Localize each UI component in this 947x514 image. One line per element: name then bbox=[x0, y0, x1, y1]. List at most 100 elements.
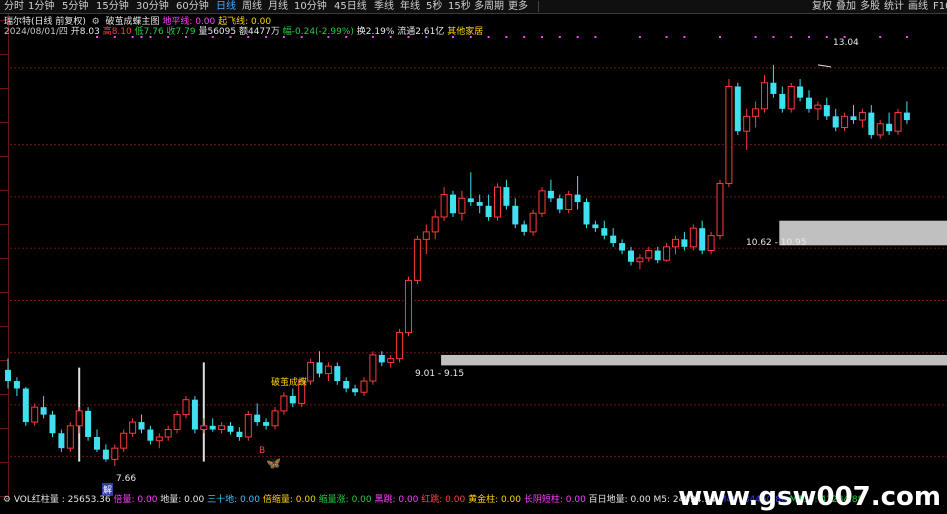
candle-body-18 bbox=[164, 429, 172, 438]
candle-body-88 bbox=[787, 85, 795, 110]
vol-item-6: 红跳: 0.00 bbox=[418, 495, 466, 505]
candle-body-27 bbox=[244, 414, 252, 438]
signal-dot-23 bbox=[523, 36, 526, 38]
min-price-label: 7.66 bbox=[116, 474, 137, 484]
quote-line: 2024/08/01/四 开8.03 高8.10 低7.76 收7.79 量56… bbox=[4, 24, 483, 37]
candle-body-95 bbox=[850, 116, 857, 121]
candle-body-11 bbox=[102, 449, 109, 460]
candle-body-60 bbox=[538, 190, 546, 214]
signal-dot-25 bbox=[558, 36, 561, 38]
candle-body-25 bbox=[227, 425, 234, 432]
signal-dot-22 bbox=[505, 36, 508, 38]
candle-body-65 bbox=[583, 202, 590, 225]
candle-body-74 bbox=[663, 246, 671, 261]
candle-body-90 bbox=[806, 97, 812, 109]
candle-body-19 bbox=[173, 414, 181, 431]
candle-body-6 bbox=[58, 433, 65, 449]
candle-body-43 bbox=[387, 358, 395, 363]
candle-body-83 bbox=[743, 115, 751, 132]
candle-body-35 bbox=[316, 362, 323, 374]
signal-dot-26 bbox=[576, 36, 579, 38]
vol-item-7: 黄金柱: 0.00 bbox=[465, 495, 521, 505]
signal-dot-24 bbox=[541, 36, 543, 38]
lower-zone-label: 9.01 - 9.15 bbox=[415, 369, 465, 379]
candle-body-61 bbox=[547, 190, 554, 199]
candle-body-87 bbox=[779, 93, 786, 109]
candle-body-23 bbox=[209, 425, 216, 430]
signal-dot-38 bbox=[879, 36, 882, 38]
candle-body-73 bbox=[654, 250, 661, 261]
candle-body-68 bbox=[610, 235, 617, 244]
quote-volume: 量56095 bbox=[198, 27, 237, 37]
candle-body-36 bbox=[324, 365, 332, 375]
candle-body-14 bbox=[129, 421, 137, 434]
signal-dot-34 bbox=[790, 36, 793, 38]
candle-body-99 bbox=[886, 123, 893, 132]
candle-body-39 bbox=[352, 388, 359, 393]
candle-body-51 bbox=[458, 197, 466, 214]
candle-body-28 bbox=[254, 414, 261, 423]
candle-body-70 bbox=[628, 250, 634, 262]
candle-body-59 bbox=[529, 212, 537, 233]
quote-float-cap: 流通2.61亿 bbox=[397, 27, 445, 37]
quote-low: 低7.76 bbox=[134, 27, 164, 37]
vol-item-0: 倍量: 0.00 bbox=[113, 495, 158, 505]
quote-close: 收7.79 bbox=[166, 27, 196, 37]
candlestick-chart[interactable] bbox=[0, 0, 947, 514]
candle-body-52 bbox=[467, 198, 474, 203]
butterfly-icon: 🦋 bbox=[266, 456, 281, 470]
candle-body-66 bbox=[592, 224, 599, 229]
candle-body-38 bbox=[343, 381, 350, 389]
vol-label[interactable]: VOL红柱量 : 25653.36 bbox=[14, 495, 111, 505]
candle-body-62 bbox=[556, 198, 563, 210]
candle-body-49 bbox=[440, 194, 448, 218]
candle-body-93 bbox=[832, 116, 839, 128]
candle-body-64 bbox=[574, 194, 581, 203]
candle-body-34 bbox=[307, 361, 315, 382]
candle-body-63 bbox=[565, 194, 573, 211]
pattern-label: 破茧成蝶 bbox=[271, 378, 308, 388]
candle-body-37 bbox=[334, 366, 341, 382]
candle-body-75 bbox=[672, 238, 679, 248]
candle-body-48 bbox=[431, 216, 439, 233]
vol-item-3: 倍缩量: 0.00 bbox=[260, 495, 316, 505]
white-bar-1 bbox=[202, 362, 205, 462]
candle-body-7 bbox=[66, 425, 74, 449]
candle-body-46 bbox=[413, 238, 421, 281]
candle-body-15 bbox=[138, 422, 145, 430]
settings-icon-bottom[interactable]: ⚙ bbox=[0, 495, 11, 505]
watermark: www.gsw007.com bbox=[678, 482, 941, 512]
candle-body-82 bbox=[734, 86, 741, 132]
candle-body-45 bbox=[405, 279, 412, 334]
candle-body-86 bbox=[770, 82, 777, 94]
candle-body-54 bbox=[485, 205, 492, 217]
quote-sector[interactable]: 其他家居 bbox=[447, 27, 483, 37]
candle-body-5 bbox=[49, 414, 56, 434]
signal-dot-30 bbox=[683, 36, 686, 38]
candle-body-94 bbox=[841, 115, 849, 128]
candle-body-41 bbox=[369, 354, 377, 382]
candle-body-42 bbox=[378, 354, 385, 363]
vol-item-1: 地量: 0.00 bbox=[157, 495, 205, 505]
candle-body-31 bbox=[280, 395, 288, 412]
candle-body-81 bbox=[725, 85, 733, 184]
candle-body-1 bbox=[13, 381, 20, 389]
candle-body-57 bbox=[512, 205, 519, 225]
signal-dot-33 bbox=[772, 36, 775, 38]
candle-body-56 bbox=[503, 187, 510, 206]
candle-body-101 bbox=[903, 112, 910, 121]
quote-change: 幅-0.24(-2.99%) bbox=[282, 27, 354, 37]
candle-body-3 bbox=[31, 406, 39, 423]
signal-dot-31 bbox=[719, 36, 721, 38]
candle-body-16 bbox=[147, 429, 154, 441]
candle-body-24 bbox=[218, 425, 226, 431]
signal-dot-28 bbox=[638, 36, 641, 38]
candle-body-50 bbox=[450, 194, 456, 214]
candle-body-9 bbox=[85, 410, 92, 437]
candle-body-85 bbox=[761, 82, 768, 110]
candle-body-77 bbox=[689, 227, 697, 248]
vol-item-4: 缩量涨: 0.00 bbox=[315, 495, 372, 505]
candle-body-72 bbox=[645, 250, 653, 259]
signal-dot-32 bbox=[754, 36, 757, 38]
candle-body-69 bbox=[619, 243, 626, 251]
